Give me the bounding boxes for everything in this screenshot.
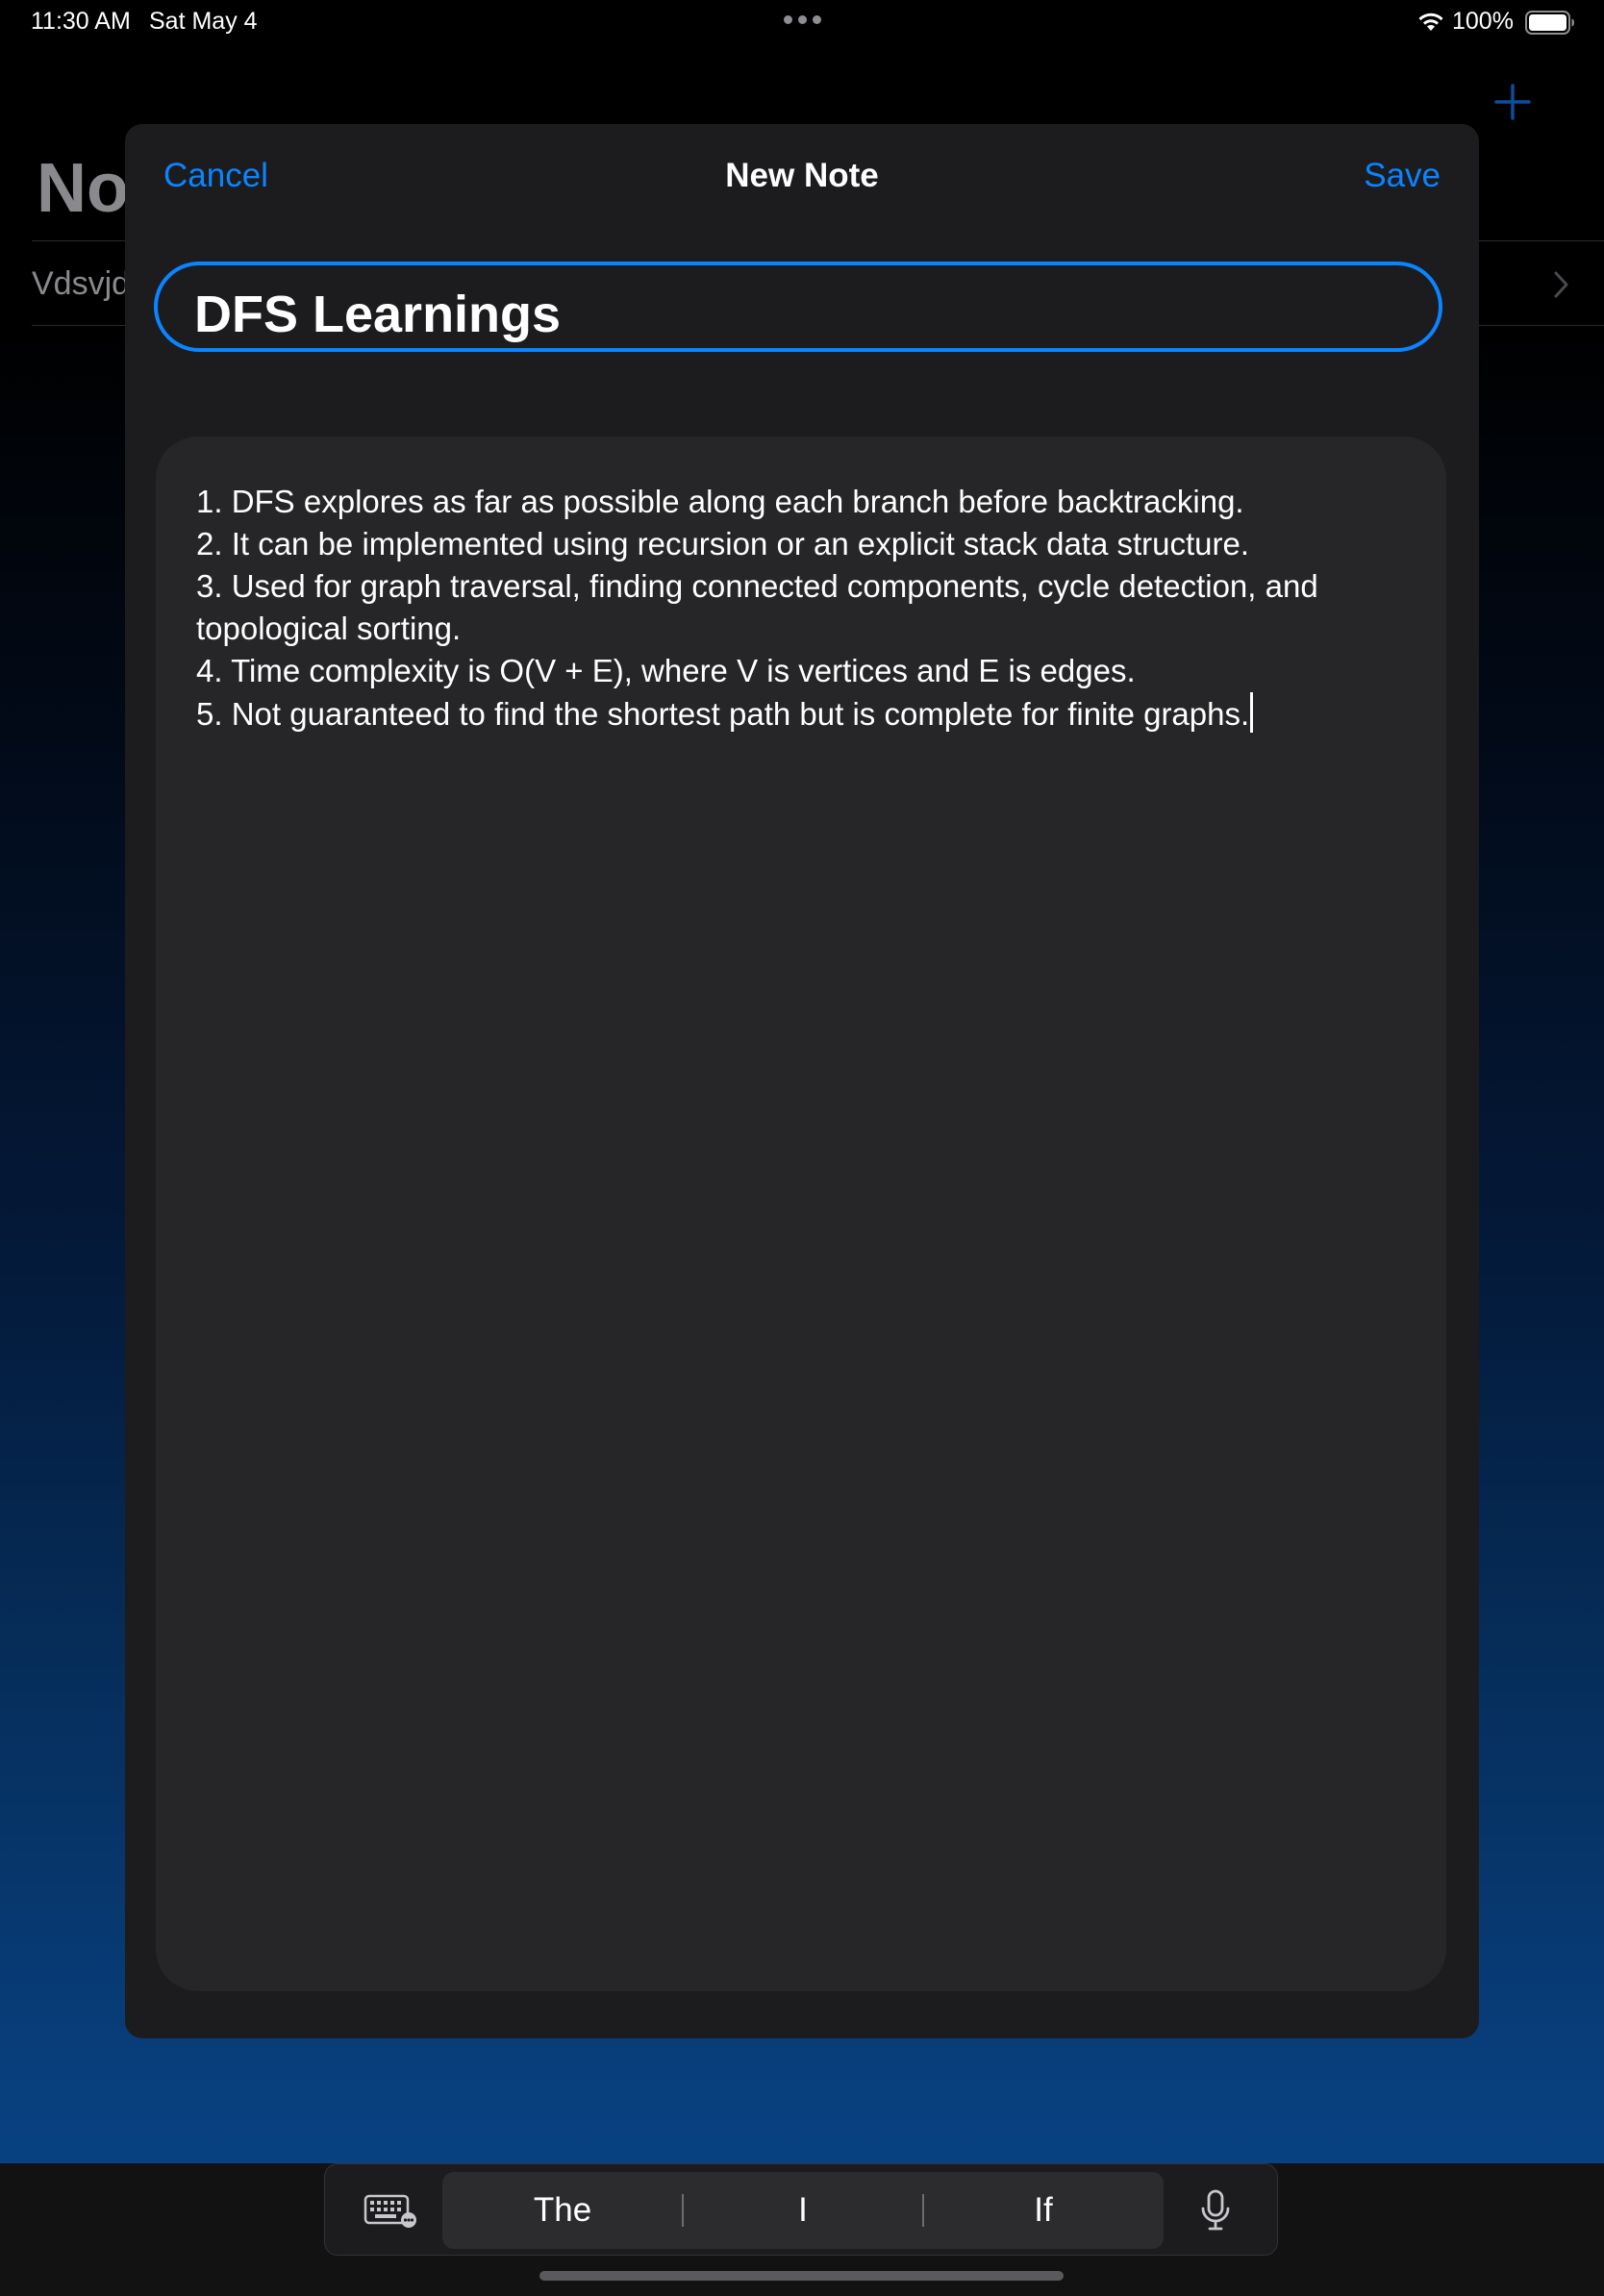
multitasking-dots-icon[interactable]	[779, 10, 825, 29]
background-list-item[interactable]: Vdsvjd	[32, 265, 130, 303]
predictive-bar: The I If	[324, 2163, 1278, 2256]
status-time: 11:30 AM	[31, 8, 131, 35]
note-body-line: topological sorting.	[196, 611, 462, 646]
note-body-line: 2. It can be implemented using recursion…	[196, 526, 1250, 562]
battery-percentage: 100%	[1452, 8, 1514, 35]
suggestion-item[interactable]: If	[923, 2172, 1164, 2249]
text-cursor	[1250, 692, 1254, 733]
home-indicator[interactable]	[539, 2271, 1064, 2281]
note-body-line: 4. Time complexity is O(V + E), where V …	[196, 653, 1136, 688]
note-body-line-text: 5. Not guaranteed to find the shortest p…	[196, 696, 1250, 732]
suggestion-item[interactable]: The	[442, 2172, 683, 2249]
battery-icon	[1525, 11, 1574, 35]
status-date: Sat May 4	[149, 8, 258, 35]
note-title-field[interactable]: DFS Learnings	[154, 262, 1442, 352]
save-button[interactable]: Save	[1364, 157, 1441, 195]
new-note-sheet: Cancel New Note Save DFS Learnings 1. DF…	[125, 124, 1479, 2038]
suggestions: The I If	[442, 2172, 1164, 2249]
chevron-right-icon	[1554, 271, 1568, 298]
keyboard-icon[interactable]	[363, 2193, 419, 2230]
microphone-icon[interactable]	[1198, 2189, 1233, 2232]
wifi-icon	[1418, 12, 1443, 31]
note-title-text: DFS Learnings	[194, 286, 562, 343]
sheet-title: New Note	[725, 157, 879, 194]
status-bar: 11:30 AM Sat May 4 100%	[0, 0, 1604, 46]
background-page-title: No	[37, 150, 129, 227]
add-icon[interactable]	[1493, 83, 1532, 121]
note-body-line: 1. DFS explores as far as possible along…	[196, 484, 1244, 519]
note-body-line-last: 5. Not guaranteed to find the shortest p…	[196, 692, 1410, 736]
suggestion-item[interactable]: I	[683, 2172, 923, 2249]
note-body-line: 3. Used for graph traversal, finding con…	[196, 568, 1318, 604]
note-body-text: 1. DFS explores as far as possible along…	[196, 481, 1410, 736]
note-body-field[interactable]: 1. DFS explores as far as possible along…	[156, 437, 1446, 1991]
